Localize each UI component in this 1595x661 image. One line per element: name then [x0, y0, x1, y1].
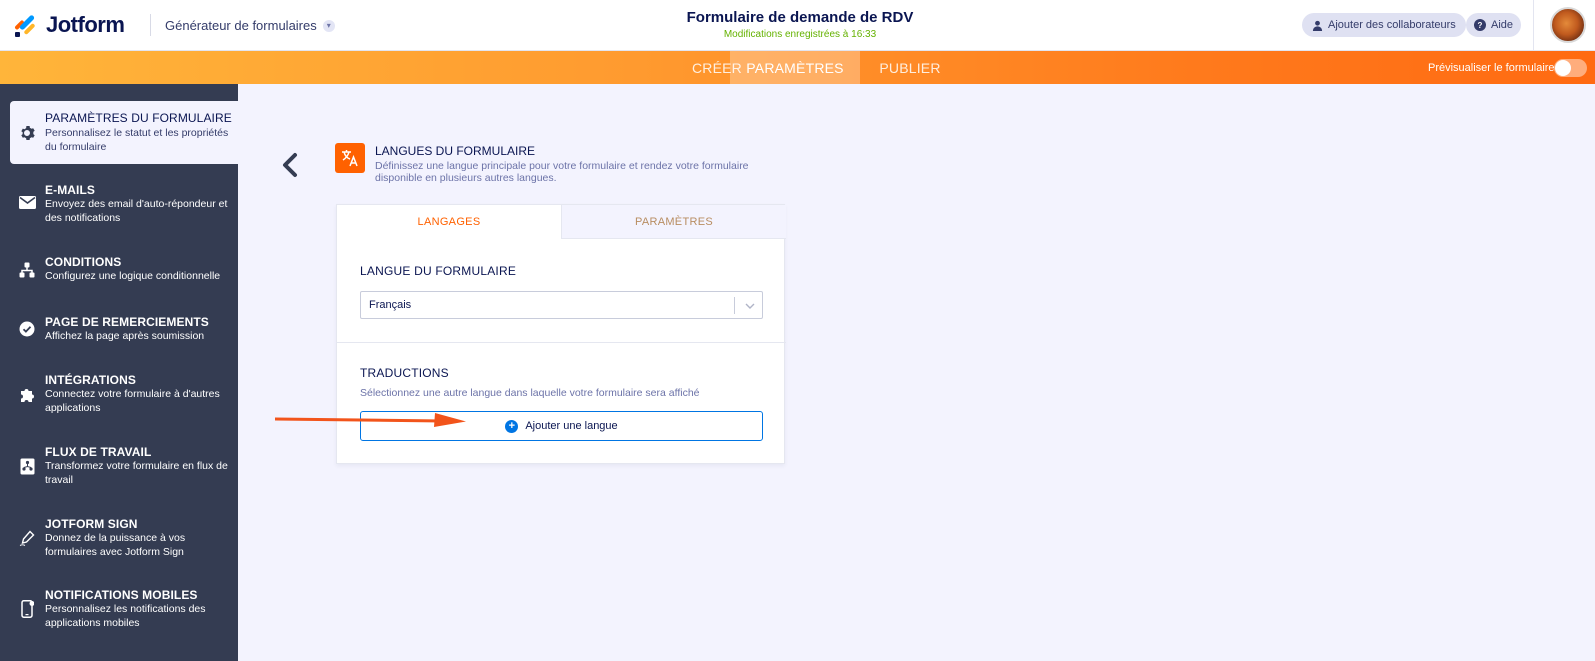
sidebar-item-title: PARAMÈTRES DU FORMULAIRE [45, 111, 232, 125]
sidebar-item-title: NOTIFICATIONS MOBILES [45, 588, 198, 602]
header-divider-right [1533, 0, 1534, 51]
help-button[interactable]: ? Aide [1466, 13, 1522, 37]
tab-languages[interactable]: LANGAGES [337, 205, 561, 239]
sidebar-item-jotform-sign[interactable]: JOTFORM SIGN Donnez de la puissance à vo… [0, 516, 238, 564]
preview-form-label: Prévisualiser le formulaire [1428, 62, 1555, 74]
sidebar-item-desc: Envoyez des email d'auto-répondeur et de… [45, 198, 228, 224]
avatar[interactable] [1550, 7, 1586, 43]
section-title: LANGUES DU FORMULAIRE [375, 144, 536, 158]
builder-menu[interactable]: Générateur de formulaires ▾ [165, 18, 335, 33]
jotform-logo-icon [14, 13, 38, 37]
sidebar-item-desc: Connectez votre formulaire à d'autres ap… [45, 388, 220, 414]
section-description: Définissez une langue principale pour vo… [375, 160, 749, 184]
chevron-down-icon: ▾ [322, 19, 335, 32]
annotation-arrow-icon [275, 413, 466, 427]
sidebar-item-title: CONDITIONS [45, 255, 122, 269]
tab-settings[interactable]: PARAMÈTRES [730, 51, 860, 84]
jotform-logo[interactable]: Jotform [14, 12, 125, 38]
hierarchy-icon [18, 261, 36, 279]
select-divider [734, 297, 735, 314]
question-icon: ? [1474, 19, 1486, 31]
puzzle-icon [18, 385, 36, 403]
sidebar-item-title: JOTFORM SIGN [45, 517, 138, 531]
logo-text: Jotform [46, 12, 125, 37]
header-divider [150, 14, 151, 36]
sidebar-item-title: INTÉGRATIONS [45, 373, 136, 387]
builder-nav-bar: CRÉER PARAMÈTRES PUBLIER Prévisualiser l… [0, 51, 1595, 84]
sidebar-item-mobile-notifications[interactable]: NOTIFICATIONS MOBILES Personnalisez les … [0, 587, 238, 635]
user-icon [1312, 20, 1323, 31]
form-language-value: Français [369, 299, 412, 311]
check-circle-icon [18, 320, 36, 338]
help-label: Aide [1491, 19, 1514, 31]
sidebar-item-desc: Configurez une logique conditionnelle [45, 270, 221, 282]
add-collaborators-label: Ajouter des collaborateurs [1328, 19, 1456, 31]
toggle-knob [1555, 60, 1571, 76]
builder-menu-label: Générateur de formulaires [165, 18, 317, 33]
settings-sidebar: PARAMÈTRES DU FORMULAIRE Personnalisez l… [0, 84, 238, 661]
sidebar-item-integrations[interactable]: INTÉGRATIONS Connectez votre formulaire … [0, 372, 238, 420]
tab-language-settings[interactable]: PARAMÈTRES [561, 205, 786, 239]
mobile-icon [18, 600, 36, 618]
plus-circle-icon: + [505, 419, 519, 433]
back-chevron-icon[interactable] [280, 152, 302, 178]
translate-icon [335, 143, 365, 173]
sidebar-item-form-settings[interactable]: PARAMÈTRES DU FORMULAIRE Personnalisez l… [10, 101, 238, 164]
top-header: Jotform Générateur de formulaires ▾ Form… [0, 0, 1595, 51]
sidebar-item-desc: Personnalisez le statut et les propriété… [45, 127, 229, 153]
form-language-select[interactable]: Français [360, 291, 763, 319]
sidebar-item-emails[interactable]: E-MAILS Envoyez des email d'auto-réponde… [0, 179, 238, 229]
sidebar-item-desc: Donnez de la puissance à vos formulaires… [45, 532, 186, 558]
add-language-label: Ajouter une langue [525, 420, 618, 432]
translations-label: TRADUCTIONS [360, 366, 449, 380]
sidebar-item-title: E-MAILS [45, 183, 96, 197]
sidebar-item-desc: Personnalisez les notifications des appl… [45, 603, 206, 629]
chevron-down-icon [745, 303, 755, 309]
sidebar-item-title: FLUX DE TRAVAIL [45, 445, 152, 459]
workflow-icon [18, 457, 36, 475]
form-title[interactable]: Formulaire de demande de RDV [600, 9, 1000, 26]
gear-icon [18, 124, 36, 142]
sidebar-item-thank-you-page[interactable]: PAGE DE REMERCIEMENTS Affichez la page a… [0, 314, 238, 354]
add-collaborators-button[interactable]: Ajouter des collaborateurs [1302, 13, 1466, 37]
tab-publish[interactable]: PUBLIER [860, 51, 960, 84]
preview-toggle[interactable] [1554, 59, 1587, 77]
sidebar-item-title: PAGE DE REMERCIEMENTS [45, 315, 209, 329]
panel-divider [337, 342, 786, 343]
sidebar-item-conditions[interactable]: CONDITIONS Configurez une logique condit… [0, 254, 238, 294]
sidebar-item-desc: Transformez votre formulaire en flux de … [45, 460, 228, 486]
translations-description: Sélectionnez une autre langue dans laque… [360, 387, 700, 399]
sidebar-item-desc: Affichez la page après soumission [45, 330, 205, 342]
pen-icon [18, 529, 36, 547]
saved-status: Modifications enregistrées à 16:33 [723, 29, 877, 40]
form-language-label: LANGUE DU FORMULAIRE [360, 264, 517, 278]
envelope-icon [18, 193, 36, 211]
sidebar-item-workflows[interactable]: FLUX DE TRAVAIL Transformez votre formul… [0, 444, 238, 492]
